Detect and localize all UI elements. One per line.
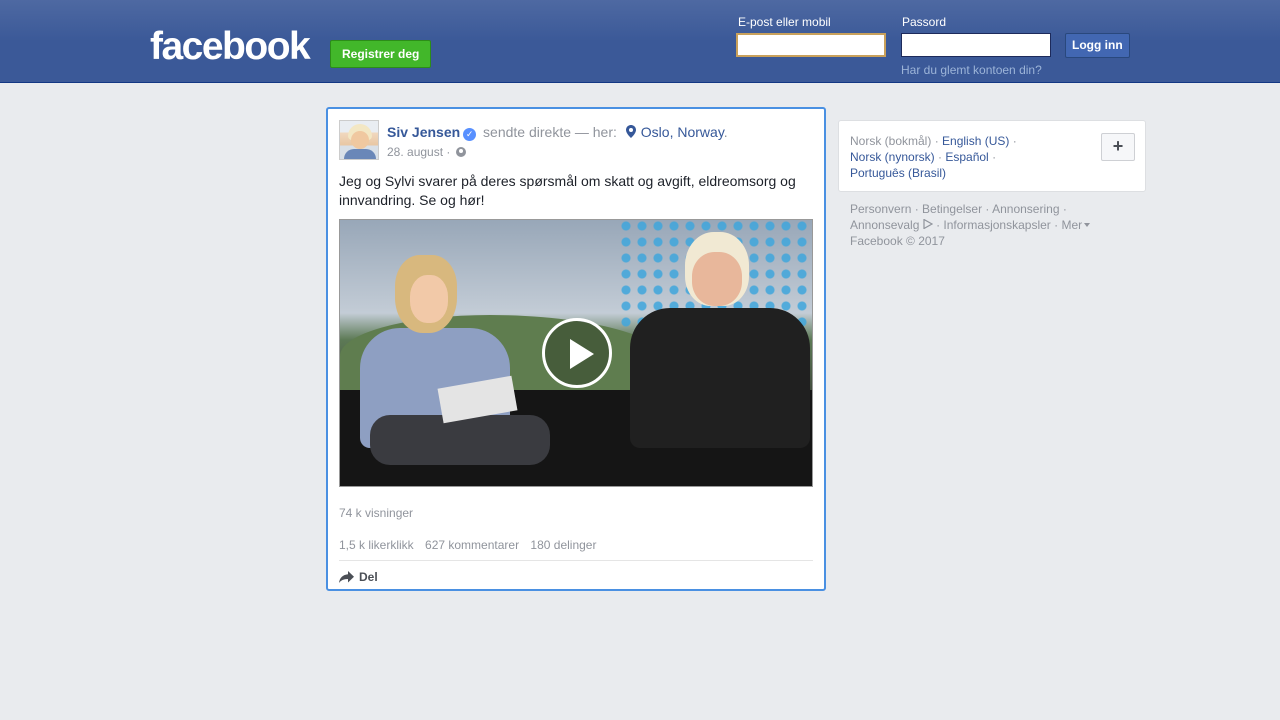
post-date[interactable]: 28. august · xyxy=(387,145,450,159)
language-english-us[interactable]: English (US) xyxy=(942,134,1009,148)
login-button[interactable]: Logg inn xyxy=(1065,33,1130,58)
share-button[interactable]: Del xyxy=(339,569,378,585)
password-label: Passord xyxy=(902,15,947,29)
language-current: Norsk (bokmål) xyxy=(850,134,932,148)
location-link[interactable]: Oslo, Norway xyxy=(641,124,724,140)
post-text: Jeg og Sylvi svarer på deres spørsmål om… xyxy=(339,173,796,208)
footer-link-personvern[interactable]: Personvern xyxy=(850,202,911,216)
top-bar: facebook Registrer deg E-post eller mobi… xyxy=(0,0,1280,83)
footer-link-informasjonskapsler[interactable]: Informasjonskapsler xyxy=(943,218,1050,232)
copyright: Facebook © 2017 xyxy=(850,234,945,248)
language-portugues-brasil[interactable]: Português (Brasil) xyxy=(850,166,946,180)
facebook-logo[interactable]: facebook xyxy=(150,26,311,68)
post-header: Siv Jensen ✓ sendte direkte — her: Oslo, … xyxy=(387,124,728,141)
footer-link-mer[interactable]: Mer xyxy=(1061,218,1082,232)
footer-link-annonsering[interactable]: Annonsering xyxy=(992,202,1059,216)
language-espanol[interactable]: Español xyxy=(945,150,988,164)
forgot-account-link[interactable]: Har du glemt kontoen din? xyxy=(901,63,1042,77)
add-language-button[interactable]: + xyxy=(1101,133,1135,161)
share-arrow-icon xyxy=(339,571,354,583)
play-icon[interactable] xyxy=(542,318,612,388)
author-name[interactable]: Siv Jensen xyxy=(387,124,460,140)
post-action: sendte direkte — her: xyxy=(483,124,617,140)
location-pin-icon xyxy=(625,125,636,138)
shares-count[interactable]: 180 delinger xyxy=(530,538,596,552)
language-list: Norsk (bokmål) · English (US) · Norsk (n… xyxy=(850,134,1017,180)
likes-count[interactable]: 1,5 k likerklikk xyxy=(339,538,414,552)
post-stats: 1,5 k likerklikk 627 kommentarer 180 del… xyxy=(339,538,604,552)
video-player[interactable] xyxy=(339,219,813,487)
globe-icon xyxy=(455,147,466,157)
password-field[interactable] xyxy=(901,33,1051,57)
email-label: E-post eller mobil xyxy=(738,15,831,29)
adchoices-icon xyxy=(923,219,933,229)
register-button[interactable]: Registrer deg xyxy=(330,40,432,68)
footer-link-betingelser[interactable]: Betingelser xyxy=(922,202,982,216)
comments-count[interactable]: 627 kommentarer xyxy=(425,538,519,552)
footer-link-annonsevalg[interactable]: Annonsevalg xyxy=(850,218,919,232)
divider xyxy=(339,560,813,561)
footer-links: Personvern · Betingelser · Annonsering ·… xyxy=(850,201,1140,249)
video-post: Siv Jensen ✓ sendte direkte — her: Oslo, … xyxy=(326,107,826,591)
language-selector: Norsk (bokmål) · English (US) · Norsk (n… xyxy=(838,120,1146,192)
language-norsk-nynorsk[interactable]: Norsk (nynorsk) xyxy=(850,150,935,164)
post-meta: 28. august · xyxy=(387,145,466,159)
avatar[interactable] xyxy=(339,120,379,160)
email-field[interactable] xyxy=(736,33,886,57)
share-label: Del xyxy=(359,570,378,584)
chevron-down-icon xyxy=(1084,223,1091,227)
verified-badge-icon: ✓ xyxy=(463,128,477,141)
view-count: 74 k visninger xyxy=(339,506,414,520)
